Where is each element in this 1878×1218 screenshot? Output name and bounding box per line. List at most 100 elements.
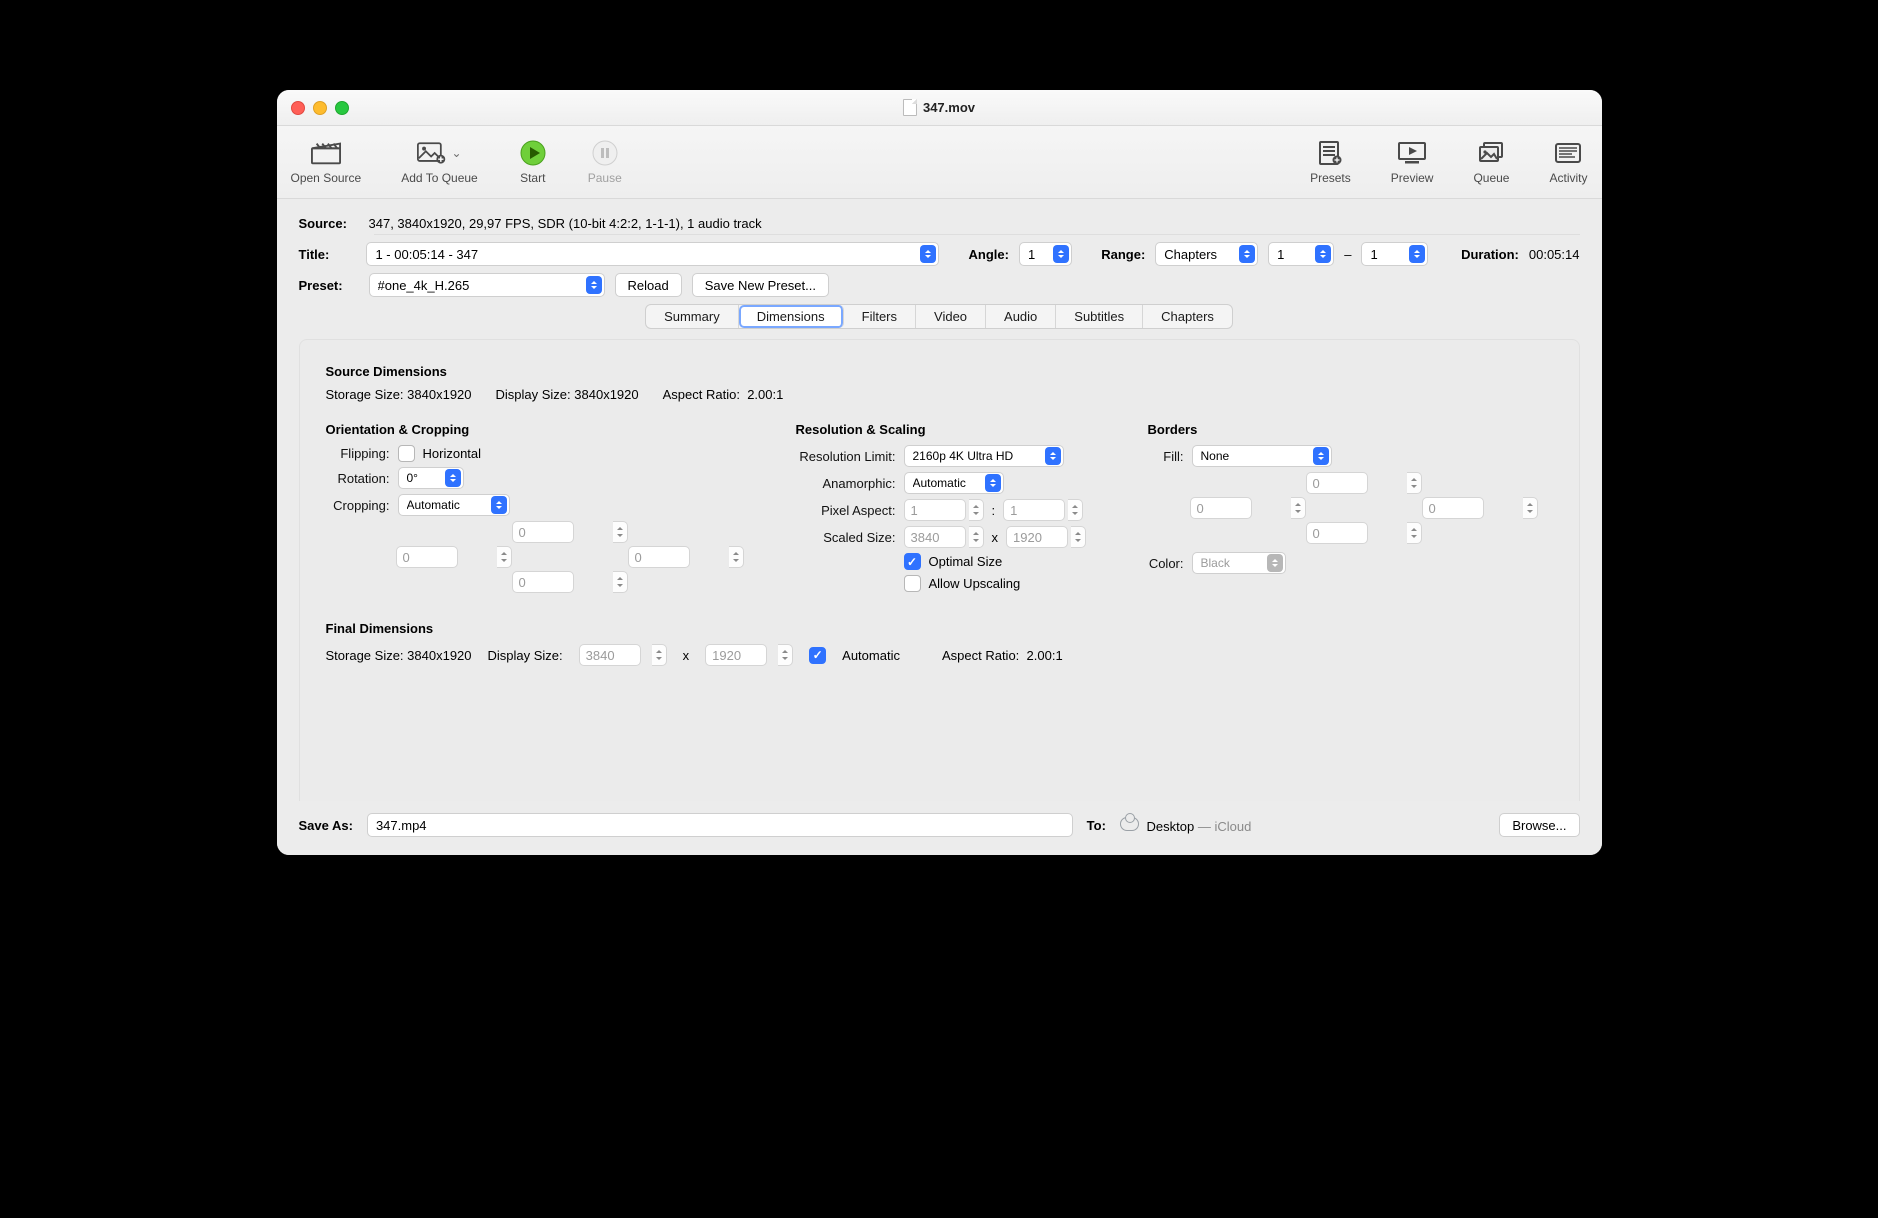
stepper-icon[interactable]	[613, 521, 628, 543]
stepper-icon[interactable]	[613, 571, 628, 593]
stepper-icon[interactable]	[729, 546, 744, 568]
start-button[interactable]: Start	[518, 140, 548, 185]
zoom-window-button[interactable]	[335, 101, 349, 115]
resolution-limit-select[interactable]: 2160p 4K Ultra HD	[904, 445, 1064, 467]
range-to-select[interactable]: 1	[1361, 242, 1427, 266]
flipping-label: Flipping:	[326, 446, 390, 461]
scaled-width-input[interactable]: 3840	[904, 526, 966, 548]
tab-subtitles[interactable]: Subtitles	[1056, 305, 1143, 328]
anamorphic-select[interactable]: Automatic	[904, 472, 1004, 494]
open-source-button[interactable]: Open Source	[291, 140, 362, 185]
stepper-arrows-icon	[1267, 554, 1283, 572]
rotation-value: 0°	[407, 471, 418, 485]
title-select-value: 1 - 00:05:14 - 347	[375, 247, 478, 262]
traffic-lights	[291, 101, 349, 115]
stepper-arrows-icon	[586, 276, 602, 294]
flip-horizontal-checkbox[interactable]	[398, 445, 415, 462]
scaled-height-input[interactable]: 1920	[1006, 526, 1068, 548]
x-label: x	[992, 530, 999, 545]
preset-value: #one_4k_H.265	[378, 278, 470, 293]
activity-button[interactable]: Activity	[1549, 140, 1587, 185]
stepper-icon[interactable]	[1407, 522, 1422, 544]
preview-button[interactable]: Preview	[1391, 140, 1434, 185]
crop-left-input[interactable]: 0	[396, 546, 458, 568]
minimize-window-button[interactable]	[313, 101, 327, 115]
reload-button[interactable]: Reload	[615, 273, 682, 297]
final-display-width-input[interactable]: 3840	[579, 644, 641, 666]
stepper-icon[interactable]	[1523, 497, 1538, 519]
preset-select[interactable]: #one_4k_H.265	[369, 273, 605, 297]
close-window-button[interactable]	[291, 101, 305, 115]
destination[interactable]: Desktop — iCloud	[1120, 817, 1251, 834]
tab-summary[interactable]: Summary	[646, 305, 739, 328]
clapperboard-icon	[311, 140, 341, 166]
optimal-size-checkbox[interactable]: ✓	[904, 553, 921, 570]
border-top-input[interactable]: 0	[1306, 472, 1368, 494]
border-right-input[interactable]: 0	[1422, 497, 1484, 519]
final-aspect-label: Aspect Ratio:	[942, 648, 1019, 663]
presets-button[interactable]: Presets	[1310, 140, 1351, 185]
tab-audio[interactable]: Audio	[986, 305, 1056, 328]
title-select[interactable]: 1 - 00:05:14 - 347	[366, 242, 938, 266]
preset-label: Preset:	[299, 278, 359, 293]
tab-video[interactable]: Video	[916, 305, 986, 328]
borders-section: Borders Fill: None 0 0 0	[1148, 416, 1538, 597]
cropping-select[interactable]: Automatic	[398, 494, 510, 516]
tab-filters[interactable]: Filters	[844, 305, 916, 328]
aspect-ratio-value: 2.00:1	[747, 387, 783, 402]
stepper-icon[interactable]	[969, 526, 984, 548]
stepper-icon[interactable]	[652, 644, 667, 666]
source-dimensions-heading: Source Dimensions	[326, 364, 1553, 379]
border-left-input[interactable]: 0	[1190, 497, 1252, 519]
scaled-size-label: Scaled Size:	[796, 530, 896, 545]
range-type-value: Chapters	[1164, 247, 1217, 262]
stepper-arrows-icon	[1313, 447, 1329, 465]
stepper-icon[interactable]	[1407, 472, 1422, 494]
crop-right-input[interactable]: 0	[628, 546, 690, 568]
stepper-icon[interactable]	[1071, 526, 1086, 548]
add-to-queue-button[interactable]: ⌄ Add To Queue	[401, 140, 478, 185]
stepper-icon[interactable]	[778, 644, 793, 666]
fill-select[interactable]: None	[1192, 445, 1332, 467]
range-from-select[interactable]: 1	[1268, 242, 1334, 266]
open-source-label: Open Source	[291, 171, 362, 185]
stepper-arrows-icon	[985, 474, 1001, 492]
stepper-icon[interactable]	[1291, 497, 1306, 519]
save-new-preset-button[interactable]: Save New Preset...	[692, 273, 829, 297]
stepper-icon[interactable]	[969, 499, 984, 521]
final-automatic-label: Automatic	[842, 648, 900, 663]
pixel-aspect-label: Pixel Aspect:	[796, 503, 896, 518]
chevron-down-icon[interactable]: ⌄	[451, 146, 461, 160]
pause-icon	[590, 140, 620, 166]
browse-button[interactable]: Browse...	[1499, 813, 1579, 837]
border-bottom-input[interactable]: 0	[1306, 522, 1368, 544]
range-type-select[interactable]: Chapters	[1155, 242, 1258, 266]
crop-bottom-input[interactable]: 0	[512, 571, 574, 593]
duration-value: 00:05:14	[1529, 247, 1580, 262]
pixel-aspect-b-input[interactable]: 1	[1003, 499, 1065, 521]
tab-chapters[interactable]: Chapters	[1143, 305, 1232, 328]
stepper-arrows-icon	[1315, 245, 1331, 263]
allow-upscaling-checkbox[interactable]	[904, 575, 921, 592]
window-title-text: 347.mov	[923, 100, 975, 115]
final-storage-value: 3840x1920	[407, 648, 471, 663]
tab-dimensions[interactable]: Dimensions	[739, 305, 844, 328]
final-x-label: x	[683, 648, 690, 663]
save-as-input[interactable]: 347.mp4	[367, 813, 1073, 837]
storage-size-label: Storage Size:	[326, 387, 404, 402]
source-value: 347, 3840x1920, 29,97 FPS, SDR (10-bit 4…	[369, 216, 762, 231]
rotation-label: Rotation:	[326, 471, 390, 486]
crop-top-input[interactable]: 0	[512, 521, 574, 543]
pixel-aspect-a-input[interactable]: 1	[904, 499, 966, 521]
final-aspect-value: 2.00:1	[1027, 648, 1063, 663]
stepper-icon[interactable]	[497, 546, 512, 568]
stepper-icon[interactable]	[1068, 499, 1083, 521]
queue-button[interactable]: Queue	[1473, 140, 1509, 185]
angle-select[interactable]: 1	[1019, 242, 1072, 266]
optimal-size-label: Optimal Size	[929, 554, 1003, 569]
cropping-value: Automatic	[407, 498, 460, 512]
footer: Save As: 347.mp4 To: Desktop — iCloud Br…	[277, 801, 1602, 855]
final-display-height-input[interactable]: 1920	[705, 644, 767, 666]
rotation-select[interactable]: 0°	[398, 467, 464, 489]
final-automatic-checkbox[interactable]: ✓	[809, 647, 826, 664]
